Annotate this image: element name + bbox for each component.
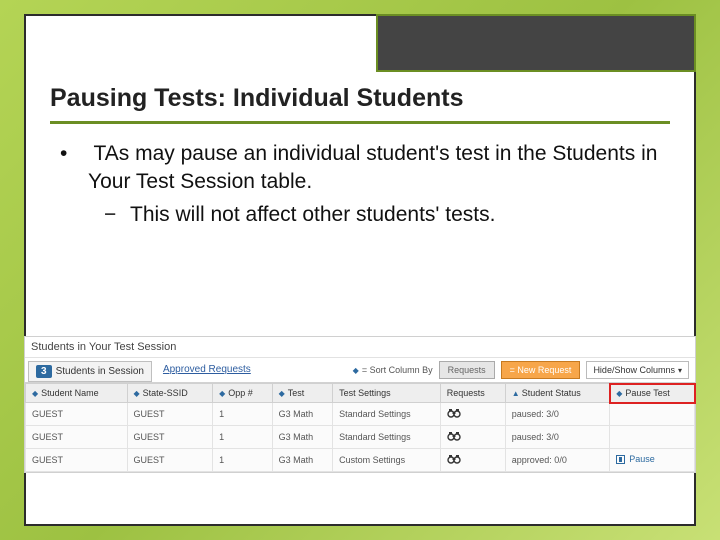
table-row: GUESTGUEST1G3 MathCustom Settingsapprove…	[26, 449, 695, 472]
cell-test-settings: Standard Settings	[333, 403, 441, 426]
table-row: GUESTGUEST1G3 MathStandard Settingspause…	[26, 426, 695, 449]
bullet-main-text: TAs may pause an individual student's te…	[88, 142, 657, 193]
pause-label: Pause	[629, 454, 655, 464]
bullet-sub: This will not affect other students' tes…	[130, 201, 684, 229]
col-pause-test[interactable]: ◆Pause Test	[610, 384, 695, 403]
cell-test-settings: Custom Settings	[333, 449, 441, 472]
col-student-name[interactable]: ◆Student Name	[26, 384, 128, 403]
sort-hint: ◆= Sort Column By	[353, 365, 433, 375]
col-state-ssid[interactable]: ◆State-SSID	[127, 384, 213, 403]
hide-show-label: Hide/Show Columns	[593, 365, 675, 375]
bullet-main: TAs may pause an individual student's te…	[88, 140, 684, 229]
pause-button[interactable]: Pause	[616, 454, 655, 464]
cell-test-settings: Standard Settings	[333, 426, 441, 449]
col-test[interactable]: ◆Test	[272, 384, 333, 403]
tab-students-in-session[interactable]: 3 Students in Session	[28, 361, 152, 382]
slide-frame: Pausing Tests: Individual Students TAs m…	[24, 14, 696, 526]
slide-body: TAs may pause an individual student's te…	[26, 124, 694, 229]
cell-pause-test	[610, 403, 695, 426]
cell-student-status: approved: 0/0	[505, 449, 609, 472]
cell-state-ssid: GUEST	[127, 426, 213, 449]
sort-dot-icon: ◆	[219, 389, 225, 398]
approved-requests-link[interactable]: Approved Requests	[155, 358, 259, 382]
table-header-row: ◆Student Name ◆State-SSID ◆Opp # ◆Test T…	[26, 384, 695, 403]
toolbar-right: ◆= Sort Column By Requests = New Request…	[353, 358, 695, 382]
binoculars-icon	[447, 454, 461, 464]
cell-student-status: paused: 3/0	[505, 426, 609, 449]
cell-opp: 1	[213, 449, 272, 472]
cell-requests[interactable]	[440, 403, 505, 426]
hide-show-columns-button[interactable]: Hide/Show Columns ▾	[586, 361, 689, 379]
cell-student-name: GUEST	[26, 403, 128, 426]
cell-test: G3 Math	[272, 403, 333, 426]
sort-dot-icon: ◆	[616, 389, 622, 398]
cell-pause-test	[610, 426, 695, 449]
decorative-corner-box	[376, 14, 696, 72]
col-test-settings[interactable]: Test Settings	[333, 384, 441, 403]
cell-test: G3 Math	[272, 449, 333, 472]
chevron-down-icon: ▾	[678, 366, 682, 375]
screenshot-panel: Students in Your Test Session 3 Students…	[24, 336, 696, 473]
cell-opp: 1	[213, 426, 272, 449]
cell-student-status: paused: 3/0	[505, 403, 609, 426]
cell-student-name: GUEST	[26, 426, 128, 449]
cell-requests[interactable]	[440, 426, 505, 449]
panel-toolbar: 3 Students in Session Approved Requests …	[25, 358, 695, 383]
sort-dot-icon: ◆	[32, 389, 38, 398]
requests-button[interactable]: Requests	[439, 361, 495, 379]
cell-test: G3 Math	[272, 426, 333, 449]
cell-state-ssid: GUEST	[127, 449, 213, 472]
col-student-status[interactable]: ▲Student Status	[505, 384, 609, 403]
sort-dot-icon: ◆	[134, 389, 140, 398]
tab-label: Students in Session	[56, 366, 144, 377]
session-count-badge: 3	[36, 365, 52, 378]
sort-dot-icon: ◆	[279, 389, 285, 398]
col-opp[interactable]: ◆Opp #	[213, 384, 272, 403]
cell-state-ssid: GUEST	[127, 403, 213, 426]
cell-opp: 1	[213, 403, 272, 426]
cell-student-name: GUEST	[26, 449, 128, 472]
pause-icon	[616, 455, 625, 464]
new-request-button[interactable]: = New Request	[501, 361, 581, 379]
cell-pause-test[interactable]: Pause	[610, 449, 695, 472]
students-table: ◆Student Name ◆State-SSID ◆Opp # ◆Test T…	[25, 383, 695, 472]
binoculars-icon	[447, 431, 461, 441]
table-row: GUESTGUEST1G3 MathStandard Settingspause…	[26, 403, 695, 426]
sort-indicator-icon: ◆	[353, 366, 359, 375]
binoculars-icon	[447, 408, 461, 418]
sort-arrow-icon: ▲	[512, 389, 520, 398]
panel-title: Students in Your Test Session	[25, 337, 695, 358]
col-requests[interactable]: Requests	[440, 384, 505, 403]
cell-requests[interactable]	[440, 449, 505, 472]
